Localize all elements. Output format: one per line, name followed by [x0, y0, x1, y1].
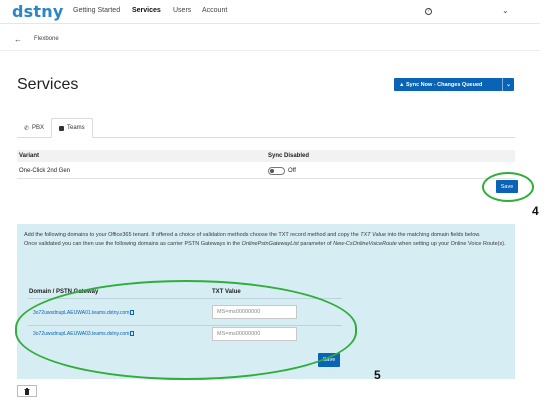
variant-table-header: Variant Sync Disabled [17, 150, 515, 162]
nav-getting-started[interactable]: Getting Started [73, 7, 120, 14]
nav-account[interactable]: Account [202, 7, 227, 14]
help-circle-icon[interactable]: ? [425, 8, 432, 15]
arrow-left-icon[interactable]: ← [14, 35, 22, 44]
annotation-circle-domains [15, 280, 357, 380]
tab-teams-label: Teams [67, 125, 85, 131]
breadcrumb-item[interactable]: Flexbone [34, 36, 59, 42]
annotation-circle-save [482, 172, 534, 202]
annotation-number-5: 5 [374, 368, 381, 382]
column-header-variant: Variant [19, 153, 40, 159]
sync-dropdown-chevron-icon[interactable]: ⌄ [502, 78, 514, 91]
phone-icon: ✆ [24, 125, 30, 132]
trash-icon [24, 387, 30, 395]
instructions-text: Add the following domains to your Office… [24, 232, 506, 247]
teams-icon [59, 125, 64, 131]
delete-button[interactable] [17, 385, 37, 397]
toggle-state-label: Off [288, 168, 296, 174]
breadcrumb: ← Flexbone [14, 33, 59, 45]
table-row: One-Click 2nd Gen Off [17, 163, 515, 179]
service-tabs: ✆ PBX Teams [17, 118, 515, 138]
divider [0, 50, 540, 51]
sync-disabled-toggle[interactable] [268, 167, 285, 175]
upload-icon: ▲ [399, 81, 406, 88]
nav-users[interactable]: Users [173, 7, 191, 14]
variant-name: One-Click 2nd Gen [19, 168, 71, 174]
dstny-logo[interactable]: dstny [12, 2, 63, 21]
sync-now-button[interactable]: ▲ Sync Now - Changes Queued ⌄ [394, 78, 514, 91]
top-nav: dstny Getting Started Services Users Acc… [0, 0, 540, 24]
tab-teams[interactable]: Teams [51, 118, 93, 138]
tab-pbx[interactable]: ✆ PBX [17, 118, 51, 138]
page-title: Services [17, 76, 79, 93]
column-header-sync-disabled: Sync Disabled [268, 153, 310, 159]
chevron-down-icon[interactable]: ⌄ [502, 6, 509, 15]
tab-pbx-label: PBX [32, 125, 45, 131]
annotation-number-4: 4 [532, 204, 539, 218]
sync-now-label: Sync Now - Changes Queued [405, 81, 483, 88]
nav-services[interactable]: Services [132, 7, 161, 14]
